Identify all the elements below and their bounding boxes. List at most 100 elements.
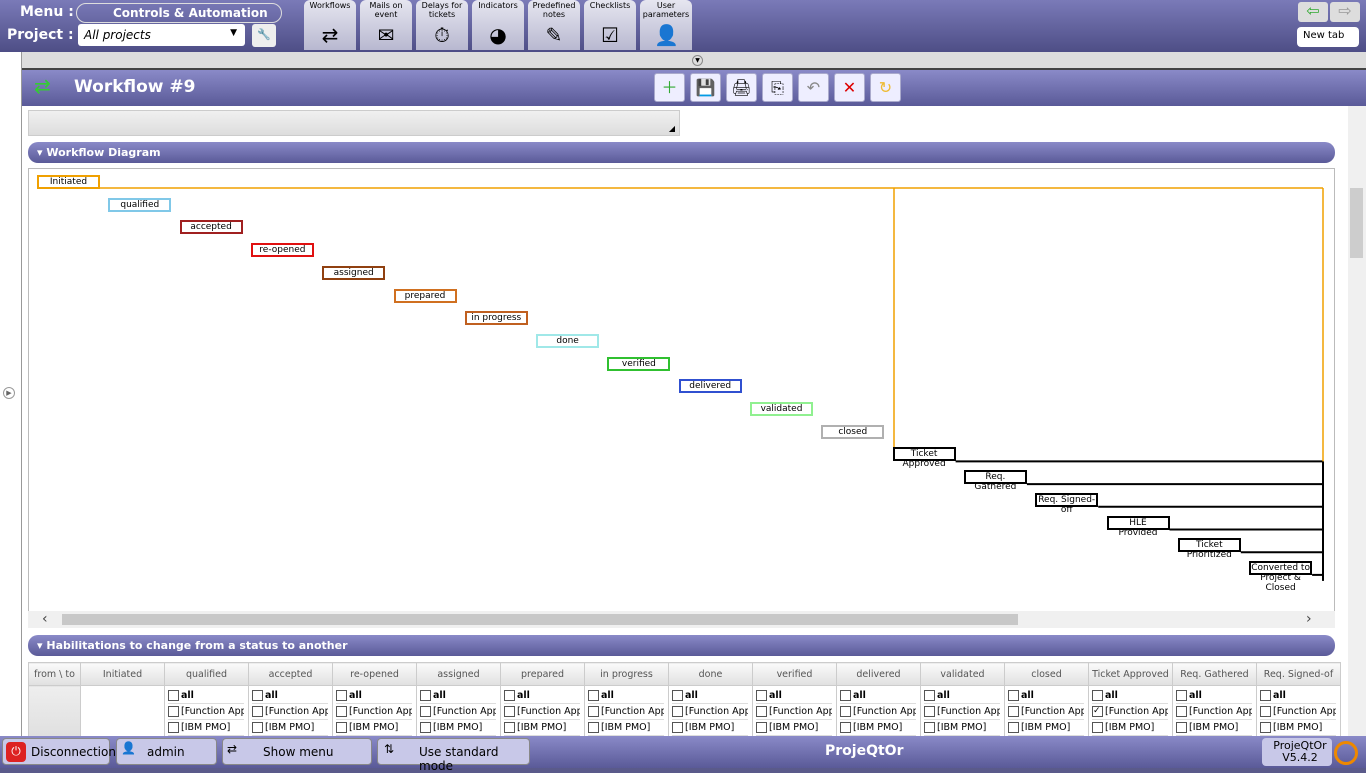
checkbox[interactable] [588,690,599,701]
checkbox[interactable] [756,706,767,717]
checkbox[interactable] [252,722,263,733]
habilitation-option[interactable]: all [420,688,496,704]
status-node[interactable]: Ticket Prioritized [1177,538,1241,560]
habilitation-option[interactable]: [Function App [252,704,328,720]
habilitation-option[interactable]: ✓ [Function App [1092,704,1168,720]
checkbox[interactable] [1008,690,1019,701]
checkbox[interactable] [1260,706,1271,717]
status-node[interactable]: Ticket Approved [892,447,956,469]
checkbox[interactable] [420,722,431,733]
checkbox[interactable]: ✓ [1092,706,1103,717]
refresh-button[interactable]: ↻ [870,73,901,102]
vertical-scrollbar[interactable] [1348,106,1366,736]
habilitation-option[interactable]: all [1092,688,1168,704]
checkbox[interactable] [168,722,179,733]
checkbox[interactable] [1260,722,1271,733]
habilitation-option[interactable]: all [840,688,916,704]
checkbox[interactable] [504,722,515,733]
checkbox[interactable] [588,706,599,717]
habilitation-option[interactable]: [IBM PMO] [924,720,1000,736]
checkbox[interactable] [336,706,347,717]
tab-predefined-notes[interactable]: Predefined notes ✎ [528,0,580,50]
checkbox[interactable] [1176,690,1187,701]
habilitation-option[interactable]: [Function App [168,704,244,720]
checkbox[interactable] [1092,722,1103,733]
habilitation-option[interactable]: [Function App [1008,704,1084,720]
description-area[interactable]: ◢ [28,110,680,136]
checkbox[interactable] [840,722,851,733]
collapse-bar[interactable]: ▼ [22,52,1366,70]
standard-mode-button[interactable]: ⇅ Use standard mode [377,738,530,773]
checkbox[interactable] [1176,706,1187,717]
habilitation-option[interactable]: all [1008,688,1084,704]
status-node[interactable]: assigned [322,265,386,280]
tab-indicators[interactable]: Indicators ◕ [472,0,524,50]
copy-button[interactable]: ⎘ [762,73,793,102]
tab-checklists[interactable]: Checklists ☑ [584,0,636,50]
checkbox[interactable] [1092,690,1103,701]
undo-button[interactable]: ↶ [798,73,829,102]
collapse-icon[interactable]: ▼ [692,55,703,66]
habilitation-option[interactable]: [Function App [588,704,664,720]
version-badge[interactable]: ProjeQtOr V5.4.2 [1262,738,1332,766]
habilitation-option[interactable]: [IBM PMO] [168,720,244,736]
status-node[interactable]: qualified [108,197,172,212]
habilitation-option[interactable]: [Function App [672,704,748,720]
checkbox[interactable] [504,706,515,717]
status-node[interactable]: done [536,333,600,348]
checkbox[interactable] [420,690,431,701]
status-node[interactable]: delivered [678,379,742,394]
checkbox[interactable] [252,690,263,701]
status-node[interactable]: Converted to Project & Closed [1249,560,1313,593]
status-node[interactable]: accepted [179,220,243,235]
checkbox[interactable] [672,690,683,701]
habilitation-option[interactable]: all [672,688,748,704]
checkbox[interactable] [1176,722,1187,733]
scroll-right-icon[interactable]: › [1306,611,1312,627]
new-button[interactable]: ＋ [654,73,685,102]
resize-icon[interactable]: ◢ [669,124,675,133]
checkbox[interactable] [336,722,347,733]
habilitation-option[interactable]: [Function App [1260,704,1336,720]
checkbox[interactable] [336,690,347,701]
habilitation-option[interactable]: [Function App [756,704,832,720]
checkbox[interactable] [504,690,515,701]
status-node[interactable]: HLE Provided [1106,515,1170,538]
show-menu-button[interactable]: ⇄ Show menu [222,738,372,765]
habilitation-option[interactable]: [Function App [504,704,580,720]
habilitation-option[interactable]: all [588,688,664,704]
habilitation-option[interactable]: all [168,688,244,704]
habilitation-option[interactable]: [Function App [840,704,916,720]
status-node[interactable]: Initiated [37,175,100,189]
tab-workflows[interactable]: Workflows ⇄ [304,0,356,50]
checkbox[interactable] [1260,690,1271,701]
checkbox[interactable] [756,722,767,733]
status-node[interactable]: validated [750,402,813,416]
habilitation-option[interactable]: [IBM PMO] [588,720,664,736]
habilitation-option[interactable]: [Function App [924,704,1000,720]
disconnect-button[interactable]: ⏻ Disconnection [2,738,116,765]
user-button[interactable]: 👤 admin [116,738,217,765]
scroll-left-icon[interactable]: ‹ [42,611,48,627]
wrench-icon[interactable]: 🔧 [252,24,276,47]
project-select[interactable]: All projects ▼ [78,24,245,46]
checkbox[interactable] [252,706,263,717]
save-button[interactable]: 💾 [690,73,721,102]
checkbox[interactable] [420,706,431,717]
checkbox[interactable] [1008,722,1019,733]
checkbox[interactable] [168,706,179,717]
habilitation-option[interactable]: [Function App [420,704,496,720]
scroll-thumb[interactable] [62,614,1018,625]
menu-selector[interactable]: Controls & Automation [76,3,282,23]
habilitation-option[interactable]: [IBM PMO] [672,720,748,736]
habilitation-option[interactable]: [IBM PMO] [840,720,916,736]
section-habilitations[interactable]: ▾ Habilitations to change from a status … [28,635,1335,656]
habilitation-option[interactable]: [IBM PMO] [252,720,328,736]
habilitation-option[interactable]: all [1260,688,1336,704]
checkbox[interactable] [588,722,599,733]
habilitation-option[interactable]: all [1176,688,1252,704]
tab-delays-for-tickets[interactable]: Delays for tickets ⏱ [416,0,468,50]
habilitation-option[interactable]: [IBM PMO] [1260,720,1336,736]
checkbox[interactable] [924,706,935,717]
status-node[interactable]: in progress [464,311,528,326]
